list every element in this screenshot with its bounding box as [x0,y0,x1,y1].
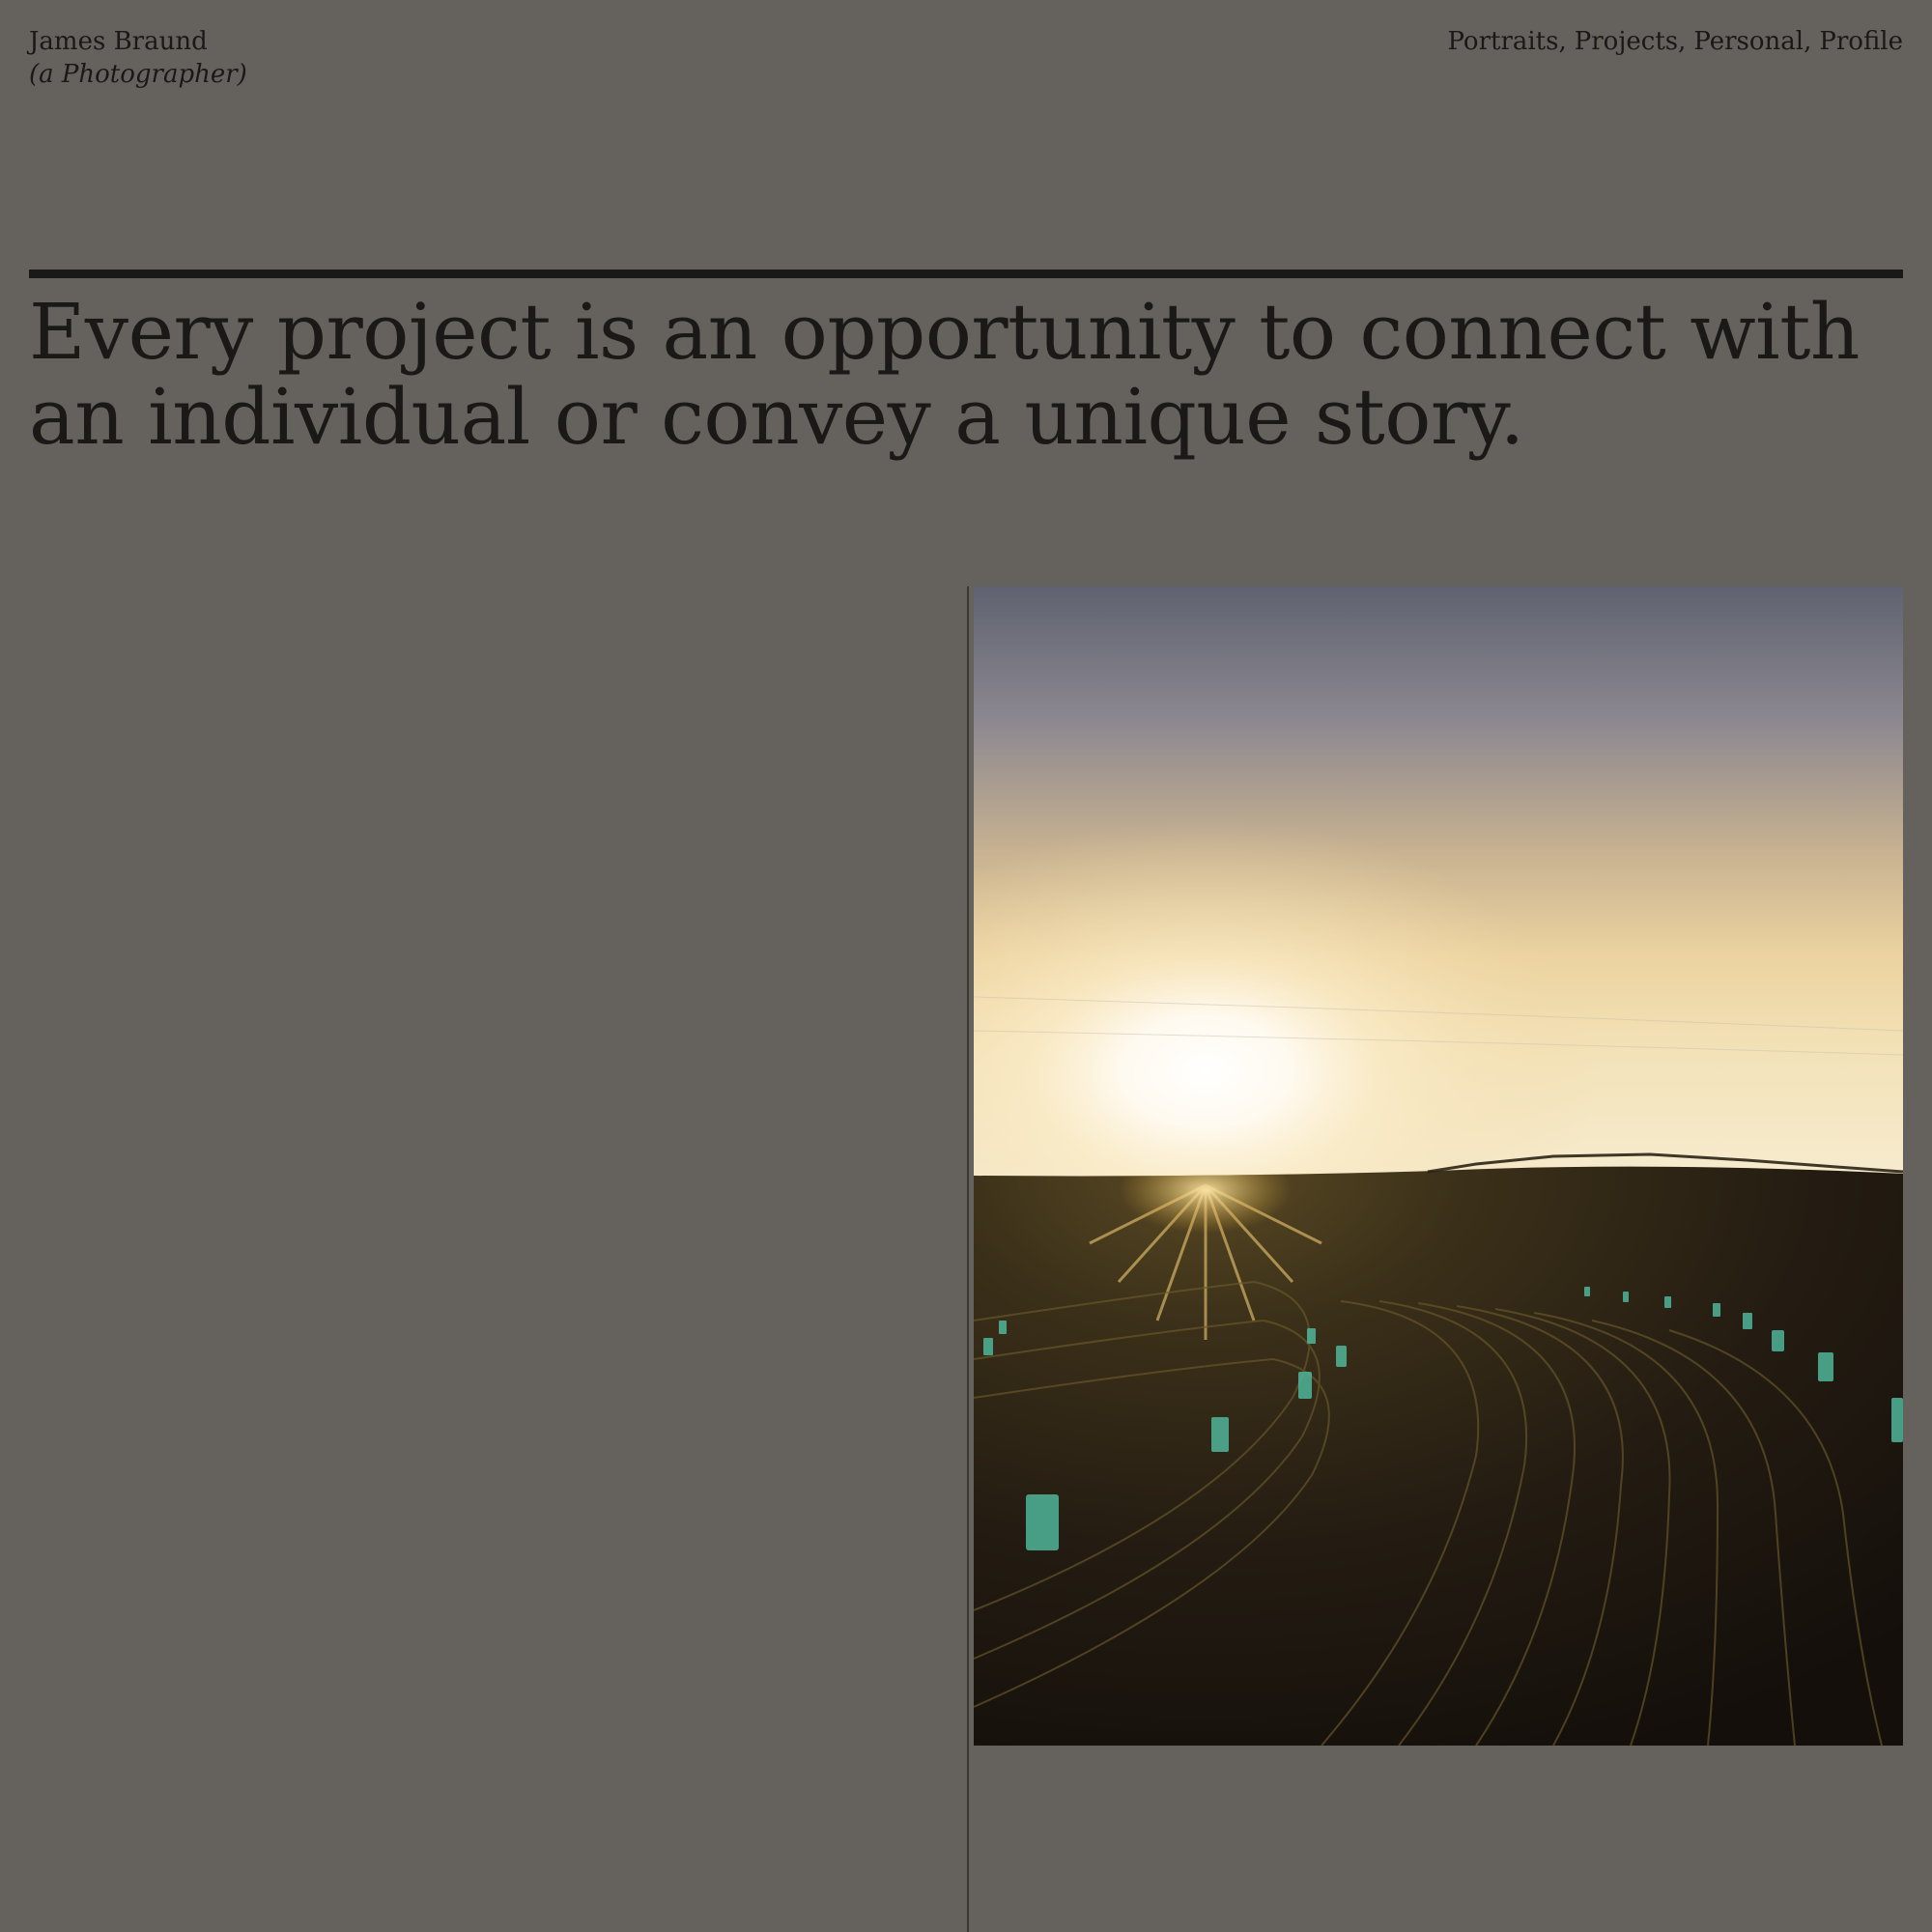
nav-link-personal[interactable]: Personal [1693,25,1804,58]
nav-separator: , [1558,27,1567,56]
nav-separator: , [1804,27,1812,56]
sunrise-field-photo[interactable] [974,586,1903,1746]
site-brand[interactable]: James Braund (a Photographer) [29,25,247,91]
headline-rule [29,270,1903,278]
hero-headline: Every project is an opportunity to conne… [29,290,1903,460]
headline-line-2: an individual or convey a unique story. [29,372,1524,462]
headline-line-1: Every project is an opportunity to conne… [29,287,1860,377]
nav-link-profile[interactable]: Profile [1819,25,1903,58]
brand-tagline: (a Photographer) [29,60,247,89]
brand-name: James Braund [29,27,208,56]
nav-link-portraits[interactable]: Portraits [1447,25,1558,58]
main-nav: Portraits, Projects, Personal, Profile [1447,25,1903,58]
column-divider [967,586,969,1932]
nav-link-projects[interactable]: Projects [1575,25,1678,58]
nav-separator: , [1678,27,1687,56]
